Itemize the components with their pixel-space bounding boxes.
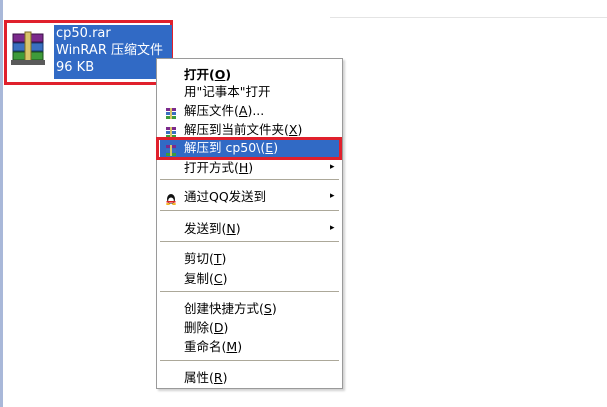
menu-item-label: 解压到当前文件夹(X) <box>184 122 303 137</box>
menu-item-label: 剪切(T) <box>184 251 227 266</box>
window-edge-line <box>330 17 607 18</box>
menu-item-open-notepad[interactable]: 用"记事本"打开 <box>160 82 339 101</box>
menu-item-label: 属性(R) <box>184 370 228 385</box>
file-item-cp50-rar[interactable]: cp50.rar WinRAR 压缩文件 96 KB <box>4 20 173 85</box>
menu-item-label: 解压到 cp50\(E) <box>184 140 279 155</box>
winrar-archive-icon <box>11 31 45 65</box>
menu-item-label: 解压文件(A)... <box>184 103 265 118</box>
file-name: cp50.rar <box>56 26 111 41</box>
winrar-icon <box>165 142 177 156</box>
menu-item-label: 通过QQ发送到 <box>184 189 267 204</box>
menu-item-label: 打开方式(H) <box>184 160 254 175</box>
winrar-icon <box>165 105 177 119</box>
menu-separator <box>160 241 339 242</box>
menu-item-label: 删除(D) <box>184 320 229 335</box>
file-size: 96 KB <box>56 60 95 75</box>
menu-item-cut[interactable]: 剪切(T) <box>160 249 339 268</box>
menu-item-label: 复制(C) <box>184 271 228 286</box>
menu-item-send-to[interactable]: 发送到(N) ▸ <box>160 219 339 238</box>
menu-item-send-via-qq[interactable]: 通过QQ发送到 ▸ <box>160 187 339 206</box>
menu-item-label: 发送到(N) <box>184 221 241 236</box>
menu-item-extract-files[interactable]: 解压文件(A)... <box>160 101 339 120</box>
menu-item-copy[interactable]: 复制(C) <box>160 269 339 288</box>
qq-icon <box>165 191 177 205</box>
submenu-arrow-icon: ▸ <box>330 191 335 201</box>
submenu-arrow-icon: ▸ <box>330 162 335 172</box>
menu-separator <box>160 360 339 361</box>
menu-item-label: 重命名(M) <box>184 339 243 354</box>
menu-separator <box>160 291 339 292</box>
winrar-icon <box>165 124 177 138</box>
context-menu: 打开(O) 用"记事本"打开 解压文件(A)... 解压到当前文件夹(X) 解压到 cp… <box>156 58 343 389</box>
menu-item-delete[interactable]: 删除(D) <box>160 318 339 337</box>
menu-separator <box>160 210 339 211</box>
menu-item-label: 创建快捷方式(S) <box>184 301 277 316</box>
submenu-arrow-icon: ▸ <box>330 223 335 233</box>
desktop-left-edge <box>0 0 3 407</box>
menu-item-extract-here[interactable]: 解压到当前文件夹(X) <box>160 120 339 139</box>
file-label: cp50.rar WinRAR 压缩文件 96 KB <box>54 25 172 79</box>
menu-item-extract-to-cp50[interactable]: 解压到 cp50\(E) <box>160 138 339 157</box>
menu-separator <box>160 179 339 180</box>
menu-item-label: 用"记事本"打开 <box>184 84 271 99</box>
menu-item-rename[interactable]: 重命名(M) <box>160 337 339 356</box>
menu-item-properties[interactable]: 属性(R) <box>160 368 339 387</box>
file-type: WinRAR 压缩文件 <box>56 43 163 58</box>
menu-item-create-shortcut[interactable]: 创建快捷方式(S) <box>160 299 339 318</box>
menu-item-open-with[interactable]: 打开方式(H) ▸ <box>160 158 339 177</box>
